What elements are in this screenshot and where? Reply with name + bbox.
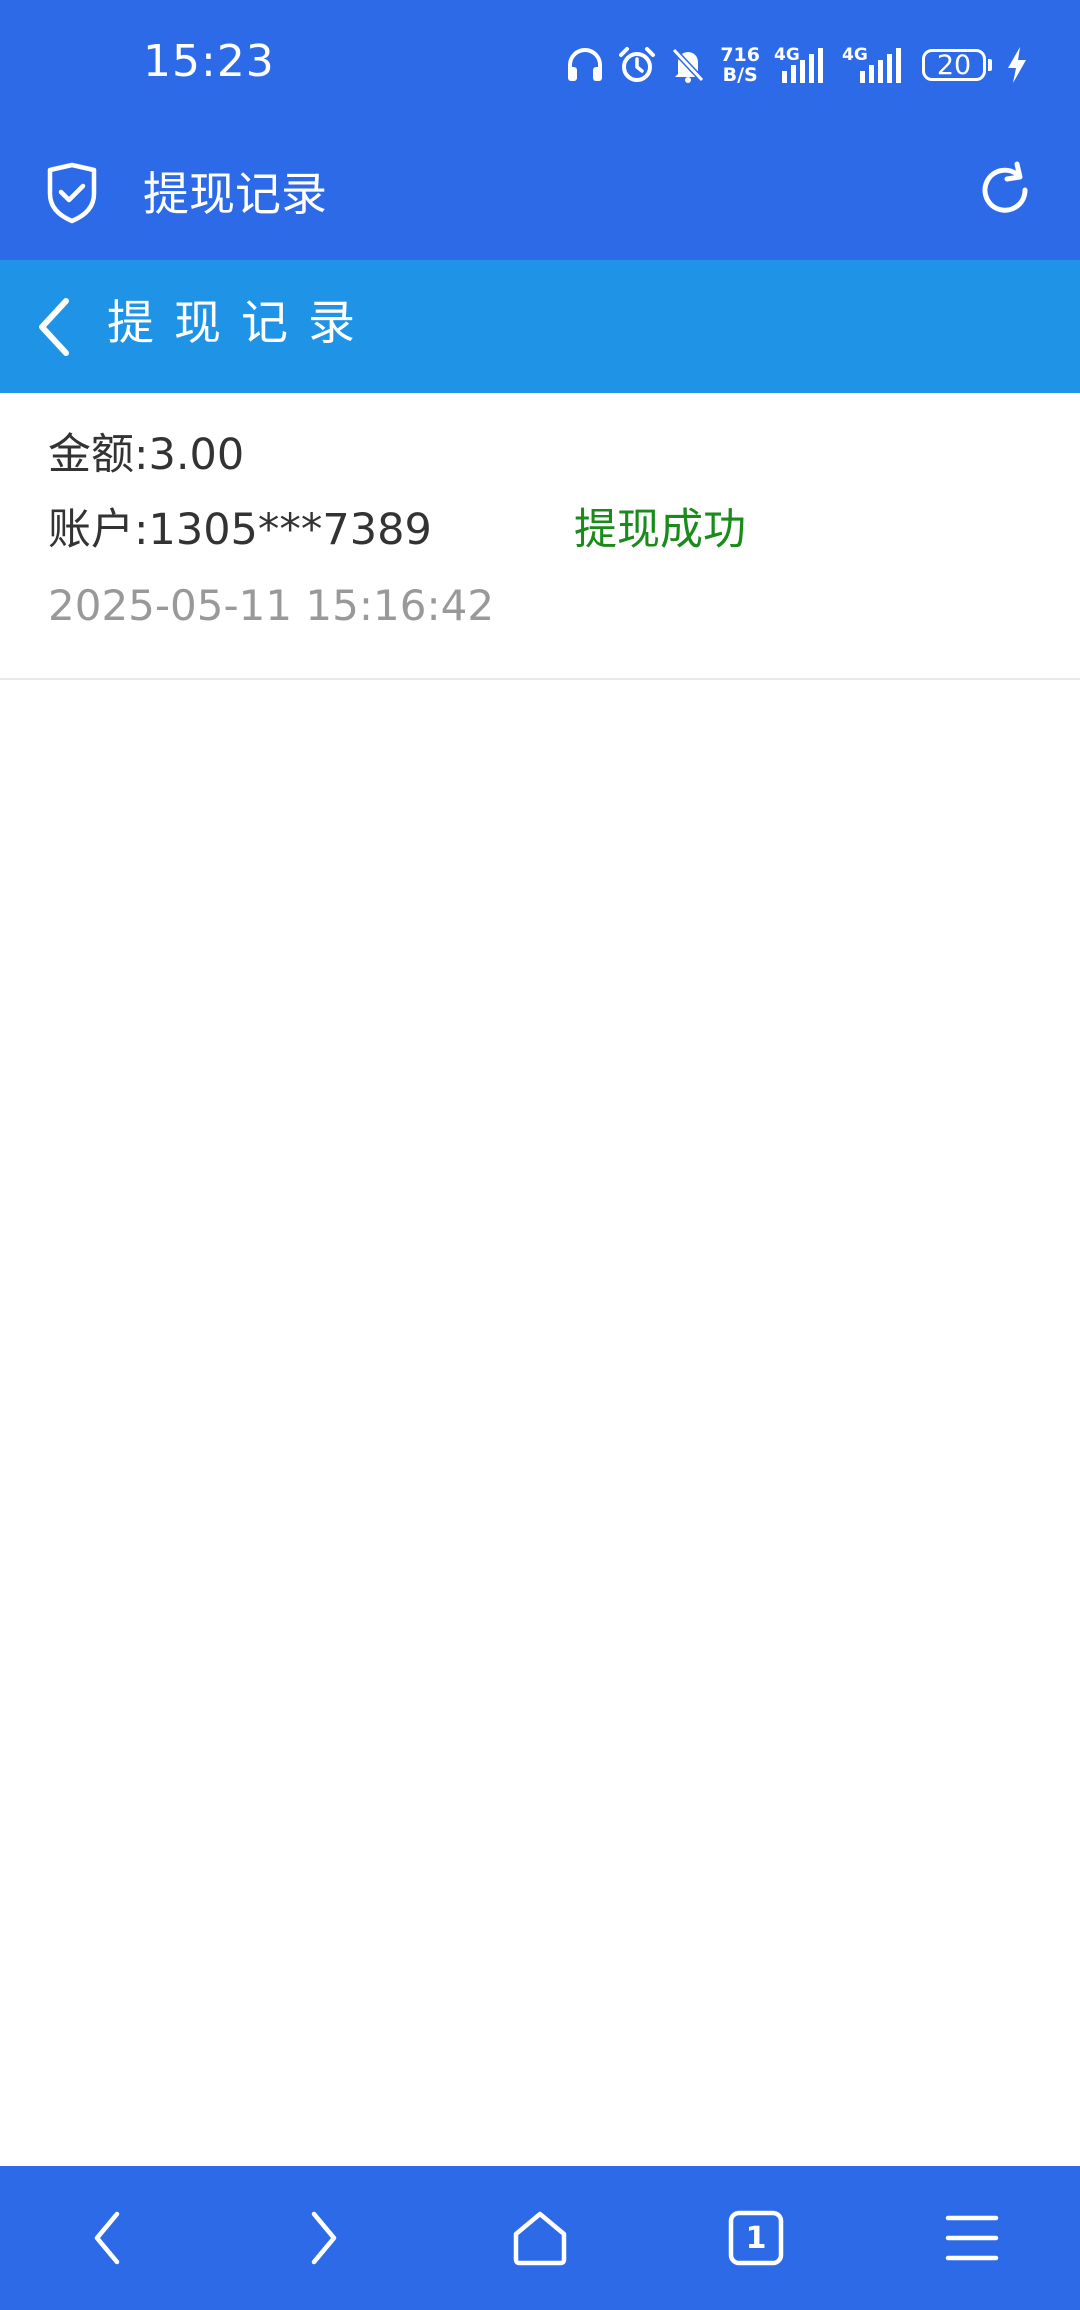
back-arrow-icon[interactable] <box>71 2202 143 2274</box>
net-speed-value: 716 <box>720 44 760 66</box>
battery-icon: 20 <box>922 49 992 81</box>
record-amount: 金额:3.00 <box>48 430 245 480</box>
charging-icon <box>1006 46 1028 84</box>
record-time: 2025-05-11 15:16:42 <box>48 581 495 630</box>
record-account: 账户:1305***7389 <box>48 505 432 555</box>
status-time: 15:23 <box>143 36 275 87</box>
page-title: 提现记录 <box>107 296 375 351</box>
mute-bell-icon <box>670 46 706 84</box>
net-speed: 716 B/S <box>720 45 760 85</box>
refresh-icon[interactable] <box>975 160 1035 224</box>
sim1-label: 4G <box>774 45 800 65</box>
app-title: 提现记录 <box>143 167 327 221</box>
bottom-nav: 1 <box>0 2166 1080 2310</box>
forward-arrow-icon[interactable] <box>288 2202 360 2274</box>
tab-count: 1 <box>745 2220 767 2256</box>
status-icons: 716 B/S 4G 4G 20 <box>566 40 1028 90</box>
app-bar: 提现记录 <box>0 130 1080 260</box>
signal-sim2: 4G <box>842 45 908 83</box>
battery-level: 20 <box>922 49 986 81</box>
record-status: 提现成功 <box>574 505 746 555</box>
headphones-icon <box>566 47 604 83</box>
signal-sim1: 4G <box>774 45 828 83</box>
menu-icon[interactable] <box>936 2202 1008 2274</box>
net-speed-unit: B/S <box>722 64 758 86</box>
status-bar: 15:23 716 B/S 4G 4G 20 <box>0 0 1080 130</box>
home-icon[interactable] <box>504 2202 576 2274</box>
back-chevron-icon[interactable] <box>34 296 74 362</box>
sim2-label: 4G <box>842 45 868 65</box>
tabs-icon[interactable]: 1 <box>720 2202 792 2274</box>
alarm-icon <box>618 46 656 84</box>
page-header: 提现记录 <box>0 260 1080 393</box>
shield-check-icon[interactable] <box>44 162 100 228</box>
list-item: 金额:3.00 账户:1305***7389 提现成功 2025-05-11 1… <box>0 393 1080 680</box>
